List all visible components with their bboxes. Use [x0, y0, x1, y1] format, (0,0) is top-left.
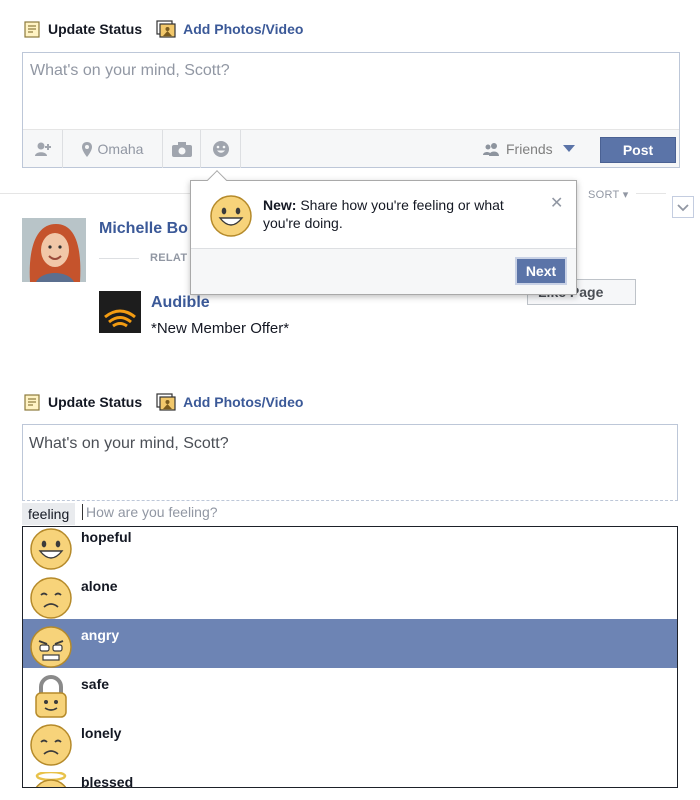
- page-name-link[interactable]: Audible: [151, 294, 210, 312]
- tab-add-photos-label: Add Photos/Video: [183, 21, 304, 37]
- feeling-option-angry[interactable]: angry: [23, 619, 677, 668]
- feeling-option-safe[interactable]: safe: [23, 668, 677, 718]
- angry-icon: [30, 626, 72, 668]
- audience-label: Friends: [506, 141, 553, 157]
- composer-tabs: Update Status Add Photos/Video: [24, 20, 317, 38]
- friends-icon: [483, 143, 499, 156]
- chevron-down-icon: [677, 204, 689, 212]
- audience-selector[interactable]: Friends: [483, 130, 575, 168]
- smile-icon: [210, 195, 252, 237]
- feeling-option-lonely[interactable]: lonely: [23, 717, 677, 766]
- tab-update-status-label: Update Status: [48, 394, 143, 410]
- option-label: safe: [81, 676, 110, 692]
- option-label: lonely: [81, 725, 122, 741]
- feeling-input[interactable]: How are you feeling?: [82, 504, 218, 520]
- option-label: alone: [81, 578, 118, 594]
- camera-icon: [171, 141, 192, 157]
- add-photo-button[interactable]: [163, 130, 201, 168]
- feeling-chip[interactable]: feeling: [22, 503, 76, 525]
- tab-add-photos[interactable]: Add Photos/Video: [156, 20, 303, 38]
- feeling-row: feeling How are you feeling?: [22, 500, 678, 526]
- status-composer: What's on your mind, Scott? Omaha Friend…: [22, 52, 680, 168]
- add-person-icon: [34, 142, 51, 156]
- tab-update-status-label: Update Status: [48, 21, 143, 37]
- location-pin-icon: [81, 141, 92, 157]
- sort-menu[interactable]: SORT ▾: [588, 188, 629, 201]
- sort-divider-right: [636, 193, 666, 194]
- photo-icon: [156, 20, 176, 38]
- tab-add-photos-2[interactable]: Add Photos/Video: [156, 393, 303, 411]
- friend-name-link[interactable]: Michelle Bo: [99, 220, 188, 238]
- status-icon: [24, 393, 40, 411]
- audible-logo[interactable]: [99, 291, 141, 333]
- tab-add-photos-label: Add Photos/Video: [183, 394, 304, 410]
- post-button[interactable]: Post: [600, 137, 676, 163]
- tooltip-body: Share how you're feeling or what you're …: [263, 197, 504, 231]
- profile-photo: [22, 218, 86, 282]
- tab-update-status[interactable]: Update Status: [24, 20, 143, 38]
- lock-icon: [35, 675, 67, 718]
- smile-icon: [30, 528, 72, 570]
- related-divider: [99, 258, 139, 259]
- smiley-icon: [212, 141, 229, 157]
- avatar[interactable]: [22, 218, 86, 282]
- location-button[interactable]: Omaha: [63, 130, 163, 168]
- feeling-dropdown: hopeful alone angry safe lonely blessed: [22, 526, 678, 788]
- sad-icon: [30, 577, 72, 619]
- next-button[interactable]: Next: [515, 257, 567, 285]
- tag-friends-button[interactable]: [23, 130, 63, 168]
- tooltip-message: New: Share how you're feeling or what yo…: [263, 196, 543, 232]
- photo-icon: [156, 393, 176, 411]
- page-offer-text: *New Member Offer*: [151, 320, 290, 337]
- close-icon[interactable]: ✕: [550, 193, 563, 213]
- option-label: angry: [81, 627, 120, 643]
- feeling-button[interactable]: [201, 130, 241, 168]
- tooltip-new-label: New:: [263, 197, 297, 213]
- option-label: blessed: [81, 774, 134, 788]
- status-input[interactable]: What's on your mind, Scott?: [30, 62, 230, 80]
- sort-divider-left: [0, 193, 190, 194]
- location-label: Omaha: [97, 141, 144, 157]
- caret-down-icon: [562, 145, 575, 152]
- option-label: hopeful: [81, 529, 132, 545]
- sad-icon: [30, 724, 72, 766]
- status-icon: [24, 20, 40, 38]
- feeling-option-blessed[interactable]: blessed: [23, 766, 677, 788]
- feeling-option-hopeful[interactable]: hopeful: [23, 527, 677, 570]
- feeling-tooltip: New: Share how you're feeling or what yo…: [190, 170, 577, 295]
- status-input-2[interactable]: What's on your mind, Scott?: [29, 435, 229, 453]
- tooltip-footer: Next: [191, 248, 576, 294]
- composer-tabs-2: Update Status Add Photos/Video: [24, 393, 317, 411]
- tab-update-status-2[interactable]: Update Status: [24, 393, 143, 411]
- composer-toolbar: Omaha Friends Post: [23, 129, 679, 168]
- halo-icon: [35, 772, 67, 787]
- related-label: RELAT: [150, 252, 188, 264]
- audible-icon: [104, 309, 136, 328]
- story-options-button[interactable]: [672, 196, 694, 218]
- tooltip-arrow: [207, 170, 227, 190]
- feeling-option-alone[interactable]: alone: [23, 570, 677, 619]
